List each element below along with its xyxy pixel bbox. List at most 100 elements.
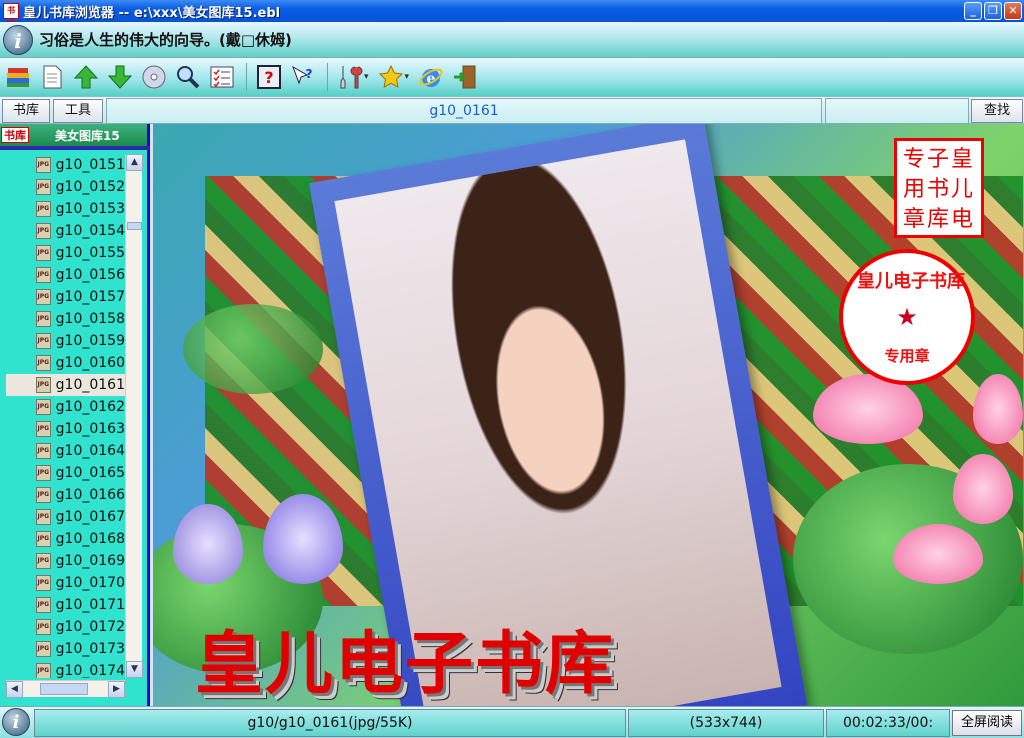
exit-door-icon[interactable]: [451, 63, 479, 91]
list-item[interactable]: JPG g10_0171: [6, 594, 125, 616]
list-item[interactable]: JPG g10_0162: [6, 396, 125, 418]
list-item[interactable]: JPG g10_0156: [6, 264, 125, 286]
scroll-down-button[interactable]: ▼: [126, 661, 143, 678]
list-item[interactable]: JPG g10_0169: [6, 550, 125, 572]
jpg-file-icon: JPG: [36, 179, 51, 195]
scroll-up-button[interactable]: ▲: [126, 154, 143, 171]
vertical-scrollbar[interactable]: ▲ ▼: [125, 154, 143, 678]
books-icon[interactable]: [4, 63, 32, 91]
close-button[interactable]: ✕: [1004, 2, 1022, 20]
help-icon[interactable]: ?: [255, 63, 283, 91]
status-info-icon: i: [2, 708, 30, 736]
jpg-file-icon: JPG: [36, 619, 51, 635]
jpg-file-icon: JPG: [36, 465, 51, 481]
list-item[interactable]: JPG g10_0153: [6, 198, 125, 220]
seal-star-icon: ★: [896, 303, 918, 331]
jpg-file-icon: JPG: [36, 663, 51, 678]
list-item[interactable]: JPG g10_0160: [6, 352, 125, 374]
cd-icon[interactable]: [140, 63, 168, 91]
list-item[interactable]: JPG g10_0172: [6, 616, 125, 638]
scroll-right-button[interactable]: ▶: [108, 681, 125, 698]
svg-text:?: ?: [264, 68, 273, 87]
info-icon: i: [3, 24, 33, 55]
library-tab[interactable]: 书库: [1, 127, 29, 143]
jpg-file-icon: JPG: [36, 267, 51, 283]
list-item-label: g10_0164: [55, 443, 125, 459]
favorites-star-icon[interactable]: [377, 63, 405, 91]
scroll-left-button[interactable]: ◀: [6, 681, 23, 698]
jpg-file-icon: JPG: [36, 597, 51, 613]
list-item[interactable]: JPG g10_0151: [6, 154, 125, 176]
list-item[interactable]: JPG g10_0170: [6, 572, 125, 594]
jpg-file-icon: JPG: [36, 443, 51, 459]
tools-button[interactable]: 工具: [53, 99, 103, 123]
list-item-label: g10_0163: [55, 421, 125, 437]
list-item[interactable]: JPG g10_0158: [6, 308, 125, 330]
current-item-title: g10_0161: [106, 98, 822, 124]
window-title: 皇儿书库浏览器 -- e:\xxx\美女图库15.ebl: [23, 5, 281, 21]
list-item-label: g10_0166: [55, 487, 125, 503]
list-item[interactable]: JPG g10_0165: [6, 462, 125, 484]
title-bar: 书吧 皇儿书库浏览器 -- e:\xxx\美女图库15.ebl _ ❐ ✕: [0, 0, 1024, 29]
search-input[interactable]: [825, 98, 969, 124]
library-tree-pane: 书库 美女图库15 JPG g10_0151 JPG g10_0152 JPG g10_0…: [0, 124, 150, 706]
magnifier-icon[interactable]: [174, 63, 202, 91]
scroll-thumb[interactable]: [127, 222, 142, 230]
file-info: g10/g10_0161(jpg/55K): [34, 709, 626, 737]
jpg-file-icon: JPG: [36, 531, 51, 547]
list-item[interactable]: JPG g10_0159: [6, 330, 125, 352]
fullscreen-read-button[interactable]: 全屏阅读: [952, 710, 1022, 736]
file-list: JPG g10_0151 JPG g10_0152 JPG g10_0153 JPG g10_…: [6, 154, 125, 678]
quote-bar: i 习俗是人生的伟大的向导。(戴□休姆): [0, 22, 1024, 58]
pane-divider: [0, 146, 150, 150]
list-item[interactable]: JPG g10_0173: [6, 638, 125, 660]
search-button[interactable]: 查找: [971, 99, 1023, 123]
jpg-file-icon: JPG: [36, 311, 51, 327]
arrow-down-icon[interactable]: [106, 63, 134, 91]
list-item[interactable]: JPG g10_0157: [6, 286, 125, 308]
jpg-file-icon: JPG: [36, 487, 51, 503]
maximize-button[interactable]: ❐: [984, 2, 1002, 20]
arrow-up-icon[interactable]: [72, 63, 100, 91]
banner-text: 皇儿电子书库: [195, 624, 616, 704]
list-item[interactable]: JPG g10_0161: [6, 374, 125, 396]
seal-line: 专子皇: [902, 147, 975, 172]
list-item[interactable]: JPG g10_0164: [6, 440, 125, 462]
jpg-file-icon: JPG: [36, 333, 51, 349]
lily-pad: [183, 304, 323, 394]
internet-explorer-icon[interactable]: e: [417, 63, 445, 91]
list-item-label: g10_0165: [55, 465, 125, 481]
list-item-label: g10_0160: [55, 355, 125, 371]
horizontal-scroll-thumb[interactable]: [40, 683, 88, 695]
seal-line: 用书儿: [902, 177, 975, 202]
jpg-file-icon: JPG: [36, 201, 51, 217]
list-item[interactable]: JPG g10_0168: [6, 528, 125, 550]
checklist-icon[interactable]: [208, 63, 236, 91]
horizontal-scrollbar[interactable]: ◀ ▶: [6, 680, 125, 698]
list-item[interactable]: JPG g10_0154: [6, 220, 125, 242]
favorites-dropdown-icon[interactable]: ▾: [405, 72, 410, 82]
seal-line: 章库电: [902, 207, 975, 232]
list-item[interactable]: JPG g10_0155: [6, 242, 125, 264]
list-item-label: g10_0155: [55, 245, 125, 261]
list-item[interactable]: JPG g10_0166: [6, 484, 125, 506]
list-item[interactable]: JPG g10_0163: [6, 418, 125, 440]
seal-subtext: 专用章: [884, 347, 930, 365]
list-item[interactable]: JPG g10_0167: [6, 506, 125, 528]
toolbar-separator: [327, 63, 328, 91]
list-item[interactable]: JPG g10_0174: [6, 660, 125, 678]
list-item-label: g10_0152: [55, 179, 125, 195]
svg-text:?: ?: [306, 67, 313, 81]
app-icon: 书吧: [3, 3, 19, 29]
list-item[interactable]: JPG g10_0152: [6, 176, 125, 198]
help-pointer-icon[interactable]: ?: [289, 63, 317, 91]
tools-dropdown-icon[interactable]: ▾: [364, 72, 369, 82]
toolbar: ? ? ▾ ▾ e: [0, 58, 1024, 96]
library-button[interactable]: 书库: [2, 99, 50, 123]
minimize-button[interactable]: _: [964, 2, 982, 20]
tools-icon[interactable]: [336, 63, 364, 91]
jpg-file-icon: JPG: [36, 377, 51, 393]
list-item-label: g10_0154: [55, 223, 125, 239]
document-icon[interactable]: [38, 63, 66, 91]
image-viewer[interactable]: 专子皇 用书儿 章库电 皇儿电子书库 ★ 专用章 皇儿电子书库: [153, 124, 1024, 706]
